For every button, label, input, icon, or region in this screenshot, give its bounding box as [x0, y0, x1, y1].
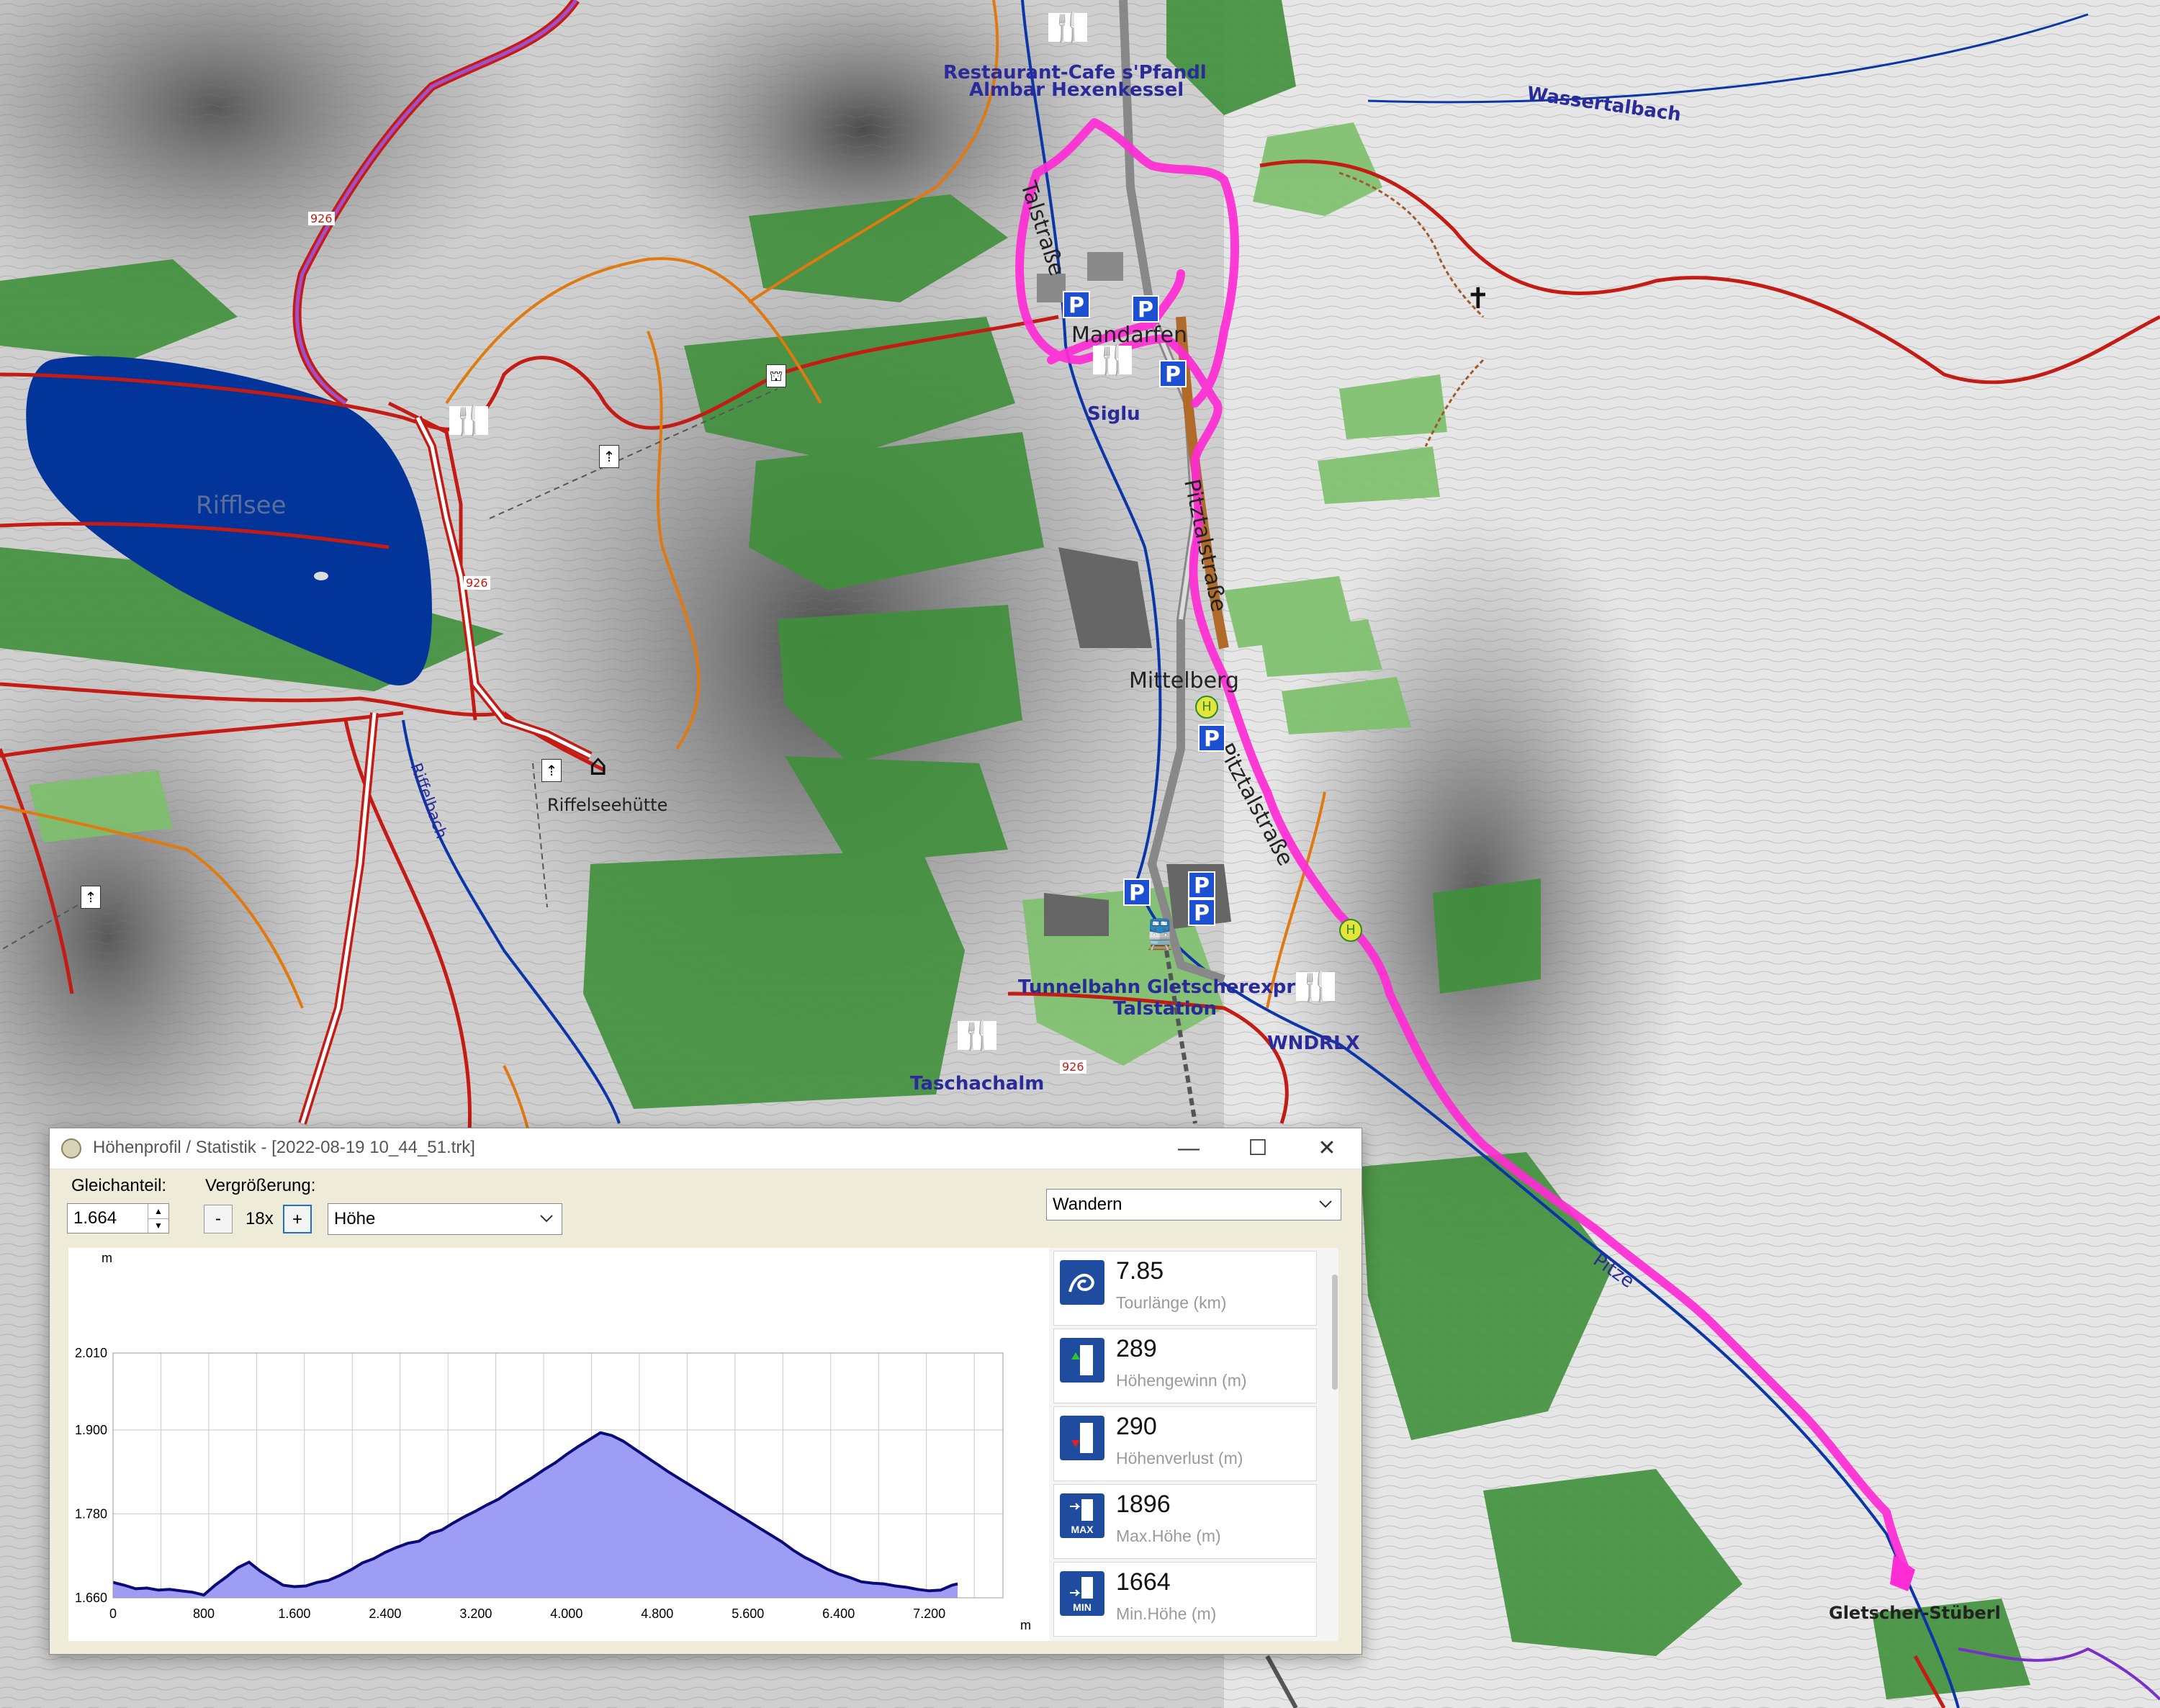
chevron-down-icon [540, 1215, 553, 1223]
max-icon: MAX [1060, 1493, 1104, 1538]
restaurant-icon[interactable]: 🍴 [1296, 972, 1335, 1001]
label-wndrlx: WNDRLX [1267, 1033, 1360, 1054]
y-tick-label: 1.900 [75, 1423, 107, 1437]
route-number-926: 926 [464, 576, 490, 590]
profile-type-select[interactable]: Höhe [328, 1203, 562, 1235]
stat-value: 290 [1116, 1413, 1157, 1440]
hut-icon[interactable]: ⌂ [589, 749, 607, 782]
ascent-icon [1060, 1338, 1104, 1383]
hiker-icon [1060, 1260, 1104, 1305]
parking-icon[interactable]: P [1188, 899, 1215, 926]
gleichanteil-stepper[interactable]: 1.664 ▲ ▼ [67, 1203, 169, 1233]
y-axis-label: m [102, 1251, 112, 1265]
stat-label: Höhengewinn (m) [1116, 1371, 1247, 1390]
max-icon-text: MAX [1071, 1524, 1094, 1535]
x-tick-label: 6.400 [822, 1606, 855, 1621]
restaurant-icon[interactable]: 🍴 [449, 406, 488, 435]
lift-icon[interactable]: ⇡ [599, 445, 619, 468]
x-tick-label: 3.200 [459, 1606, 492, 1621]
stat-descent: 290 Höhenverlust (m) [1053, 1406, 1317, 1481]
descent-icon [1060, 1416, 1104, 1460]
zoom-level: 18x [246, 1209, 274, 1228]
vergroesserung-label: Vergrößerung: [205, 1176, 316, 1195]
train-station-icon[interactable]: 🚆 [1142, 917, 1178, 951]
label-talstation: Talstation [1113, 998, 1218, 1020]
stat-min-height: MIN 1664 Min.Höhe (m) [1053, 1562, 1317, 1637]
stat-max-height: MAX 1896 Max.Höhe (m) [1053, 1484, 1317, 1559]
window-title: Höhenprofil / Statistik - [2022-08-19 10… [93, 1138, 475, 1157]
label-riffelseehuette: Riffelseehütte [547, 795, 668, 815]
activity-value: Wandern [1053, 1195, 1122, 1214]
label-taschachalm: Taschachalm [910, 1073, 1045, 1095]
x-tick-label: 0 [109, 1606, 117, 1621]
gleichanteil-label: Gleichanteil: [71, 1176, 167, 1195]
spin-up-icon[interactable]: ▲ [148, 1204, 168, 1219]
parking-icon[interactable]: P [1123, 878, 1151, 906]
label-almbar: Almbar Hexenkessel [969, 79, 1184, 101]
stat-value: 289 [1116, 1335, 1157, 1362]
stat-value: 1664 [1116, 1568, 1171, 1596]
stat-label: Min.Höhe (m) [1116, 1604, 1217, 1623]
statistics-panel: 7.85 Tourlänge (km) 289 Höhengewinn (m) … [1049, 1248, 1338, 1641]
app-icon [61, 1138, 81, 1159]
x-tick-label: 5.600 [732, 1606, 764, 1621]
parking-icon[interactable]: P [1063, 291, 1090, 318]
label-gletscherstueberl: Gletscher-Stüberl [1829, 1603, 2001, 1623]
parking-icon[interactable]: P [1159, 360, 1187, 387]
elevation-chart[interactable]: m m 2.010 1.900 1.780 1.6600 800 1.600 2.400 3.… [68, 1248, 1085, 1641]
route-number-926: 926 [308, 212, 335, 225]
stat-value: 1896 [1116, 1491, 1171, 1518]
stat-label: Tourlänge (km) [1116, 1293, 1227, 1312]
profile-type-value: Höhe [334, 1209, 376, 1228]
maximize-button[interactable]: ☐ [1223, 1128, 1292, 1169]
min-icon: MIN [1060, 1571, 1104, 1616]
spin-down-icon[interactable]: ▼ [148, 1218, 168, 1233]
min-icon-text: MIN [1073, 1601, 1092, 1613]
stat-tour-length: 7.85 Tourlänge (km) [1053, 1251, 1317, 1326]
elevation-profile-window: Höhenprofil / Statistik - [2022-08-19 10… [49, 1128, 1362, 1655]
bus-stop-icon[interactable]: H [1195, 696, 1218, 719]
restaurant-icon[interactable]: 🍴 [1093, 346, 1132, 374]
lift-icon[interactable]: ⇡ [541, 759, 562, 782]
cable-car-icon[interactable]: ⛫ [766, 364, 786, 387]
stats-scrollbar[interactable] [1332, 1275, 1338, 1390]
title-bar[interactable]: Höhenprofil / Statistik - [2022-08-19 10… [50, 1128, 1362, 1169]
chapel-icon: ✝ [1466, 282, 1490, 315]
label-rifflsee: Rifflsee [196, 491, 287, 520]
x-axis-label: m [1020, 1618, 1031, 1632]
x-tick-label: 1.600 [278, 1606, 310, 1621]
stat-label: Höhenverlust (m) [1116, 1449, 1243, 1467]
label-siglu: Siglu [1087, 403, 1140, 425]
x-tick-label: 7.200 [913, 1606, 945, 1621]
route-number-926: 926 [1060, 1060, 1086, 1074]
label-mittelberg: Mittelberg [1129, 668, 1239, 693]
stat-value: 7.85 [1116, 1257, 1164, 1285]
zoom-in-button[interactable]: + [283, 1205, 312, 1233]
stat-label: Max.Höhe (m) [1116, 1527, 1221, 1545]
parking-icon[interactable]: P [1188, 871, 1215, 899]
bus-stop-icon[interactable]: H [1339, 919, 1362, 942]
x-tick-label: 4.000 [550, 1606, 582, 1621]
chevron-down-icon [1319, 1200, 1332, 1208]
lift-icon[interactable]: ⇡ [81, 886, 101, 909]
y-tick-label: 1.780 [75, 1506, 107, 1521]
x-tick-label: 4.800 [641, 1606, 673, 1621]
restaurant-icon[interactable]: 🍴 [1048, 13, 1087, 42]
activity-select[interactable]: Wandern [1046, 1189, 1341, 1221]
minimize-button[interactable]: — [1154, 1128, 1223, 1169]
gleichanteil-value: 1.664 [73, 1208, 117, 1228]
x-tick-label: 2.400 [369, 1606, 401, 1621]
restaurant-icon[interactable]: 🍴 [958, 1021, 996, 1050]
x-tick-label: 800 [193, 1606, 215, 1621]
parking-icon[interactable]: P [1198, 724, 1225, 752]
y-tick-label: 1.660 [75, 1591, 107, 1605]
label-tunnelbahn: Tunnelbahn Gletscherexpress [1018, 976, 1331, 998]
stat-ascent: 289 Höhengewinn (m) [1053, 1329, 1317, 1403]
close-button[interactable]: ✕ [1292, 1128, 1362, 1169]
zoom-out-button[interactable]: - [204, 1205, 233, 1233]
y-tick-label: 2.010 [75, 1346, 107, 1360]
parking-icon[interactable]: P [1132, 295, 1159, 323]
